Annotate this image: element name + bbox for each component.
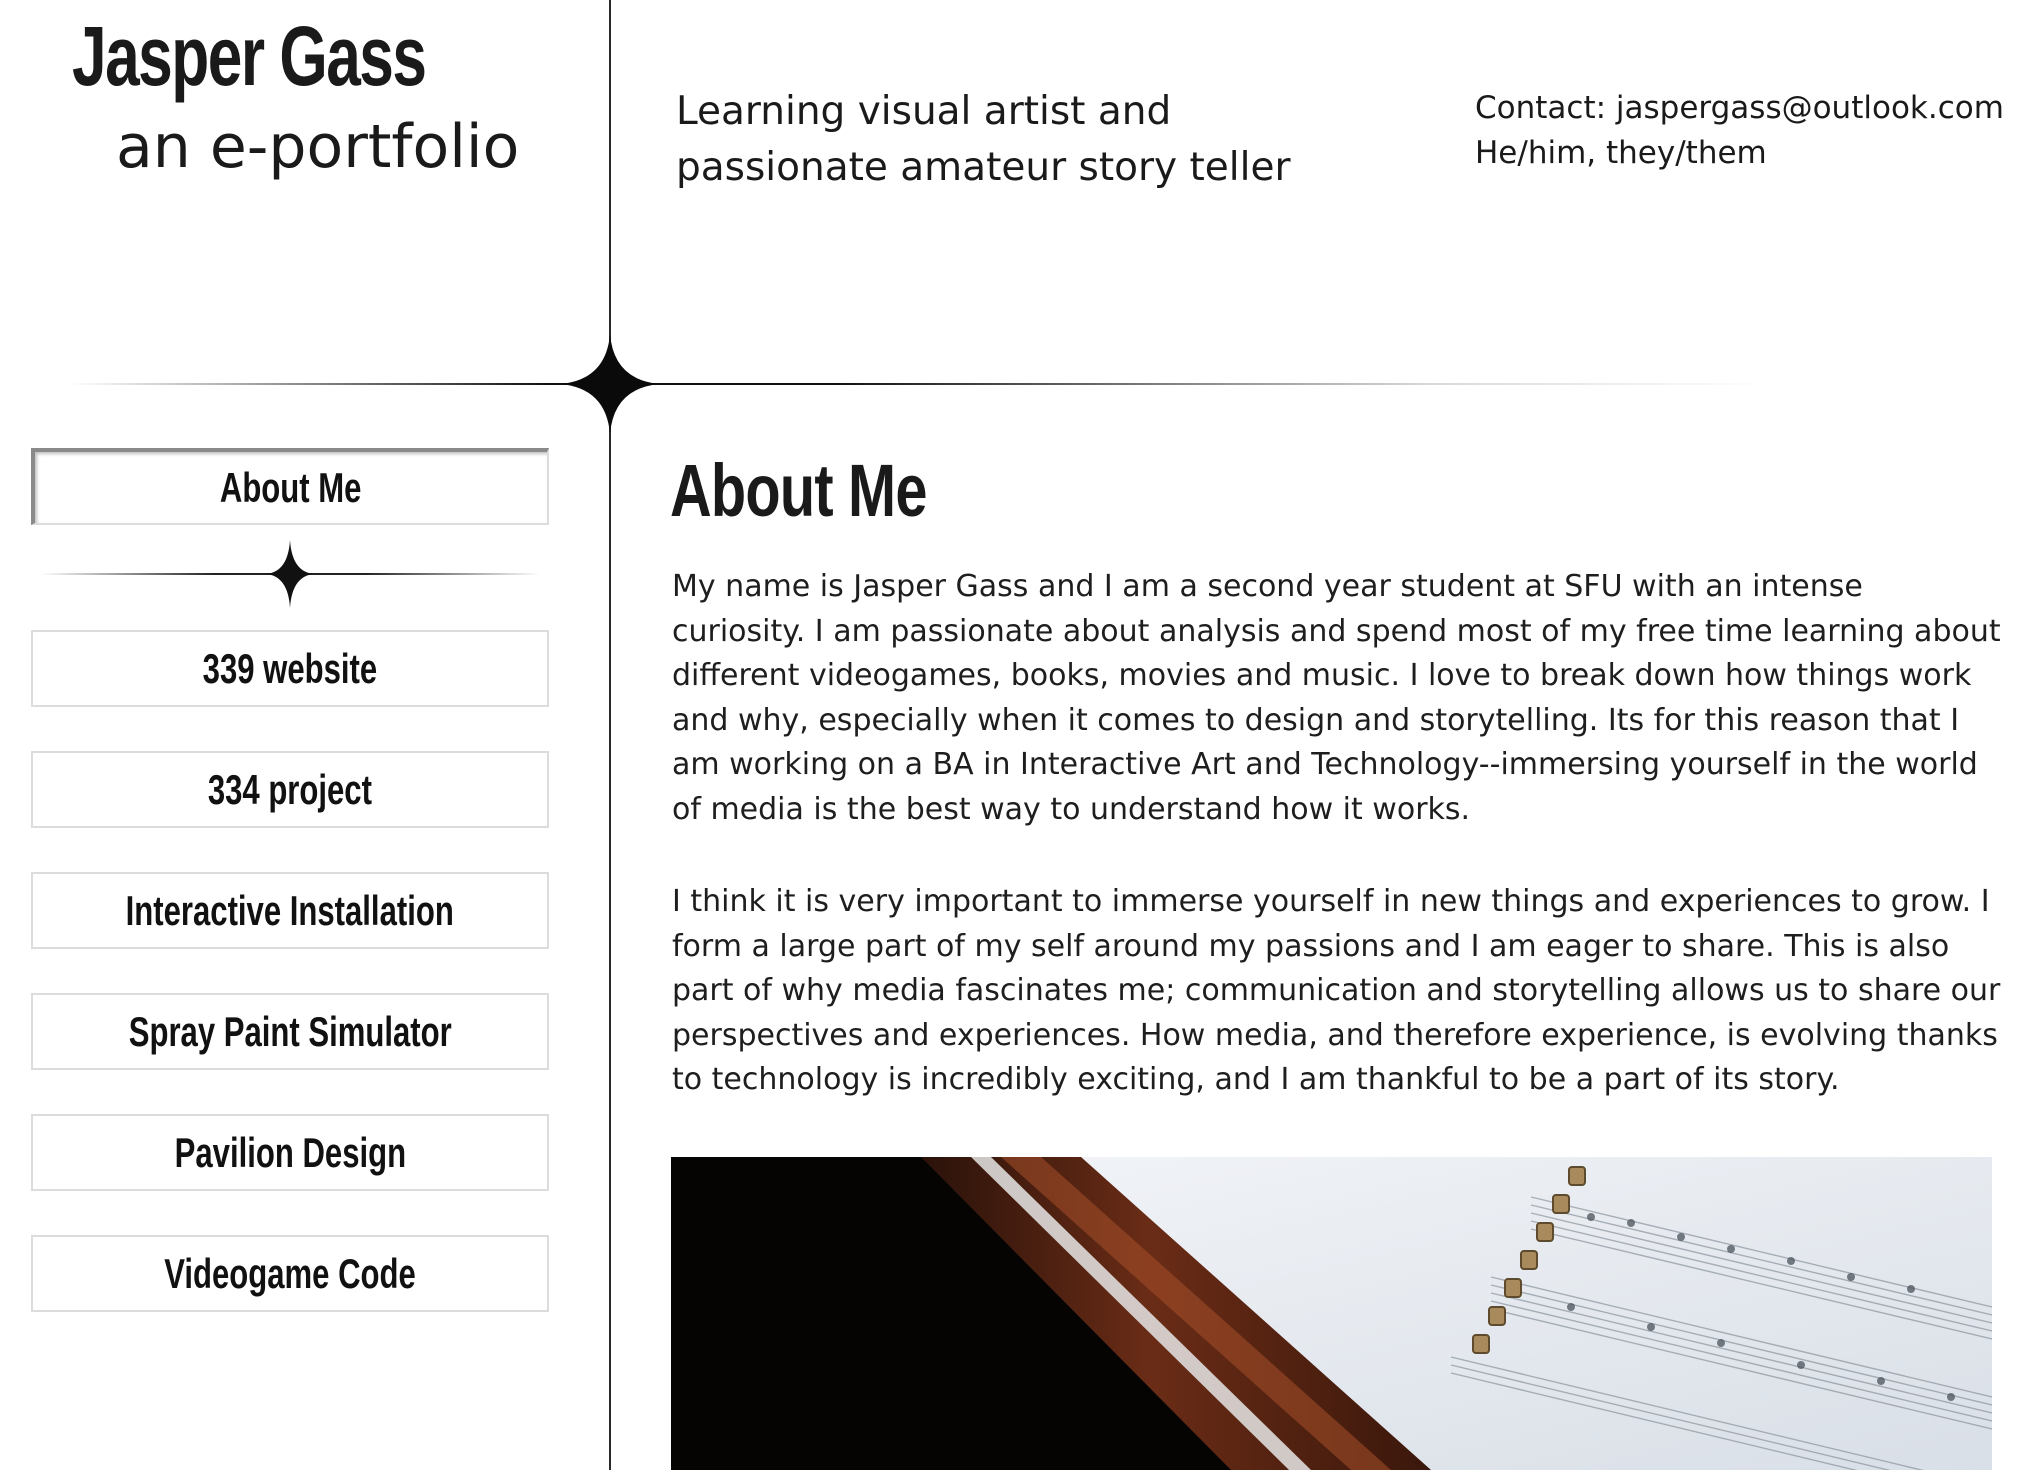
contact-email[interactable]: Contact: jaspergass@outlook.com [1475,86,2004,131]
nav-item-label: 339 website [202,644,378,692]
nav-item-label: Pavilion Design [174,1128,406,1176]
site-subtitle: an e-portfolio [116,112,520,182]
nav-item-label: 334 project [207,765,373,813]
nav-item-interactive-installation[interactable]: Interactive Installation [31,872,549,949]
nav-item-334-project[interactable]: 334 project [31,751,549,828]
horizontal-divider [70,383,1770,385]
four-point-star-icon [560,334,660,434]
tagline: Learning visual artist and passionate am… [676,89,1291,190]
about-paragraph-2: I think it is very important to immerse … [672,884,2001,1098]
nav-item-label: Interactive Installation [125,886,455,934]
section-title: About Me [670,449,927,532]
about-paragraph-1: My name is Jasper Gass and I am a second… [672,569,2001,827]
nav-item-pavilion-design[interactable]: Pavilion Design [31,1114,549,1191]
guitar-sheet-music-photo [671,1157,1992,1470]
nav-item-label: About Me [220,463,362,511]
nav-item-about-me[interactable]: About Me [31,448,549,525]
nav-item-339-website[interactable]: 339 website [31,630,549,707]
vertical-divider [609,0,611,1470]
nav-item-label: Spray Paint Simulator [128,1007,452,1055]
nav-item-label: Videogame Code [164,1249,416,1297]
site-title: Jasper Gass [72,9,427,103]
nav-item-videogame-code[interactable]: Videogame Code [31,1235,549,1312]
pronouns: He/him, they/them [1475,135,1767,171]
nav-separator [40,540,540,608]
contact-block: Contact: jaspergass@outlook.com He/him, … [1475,86,2004,176]
nav-item-spray-paint-simulator[interactable]: Spray Paint Simulator [31,993,549,1070]
small-star-icon [266,540,314,608]
